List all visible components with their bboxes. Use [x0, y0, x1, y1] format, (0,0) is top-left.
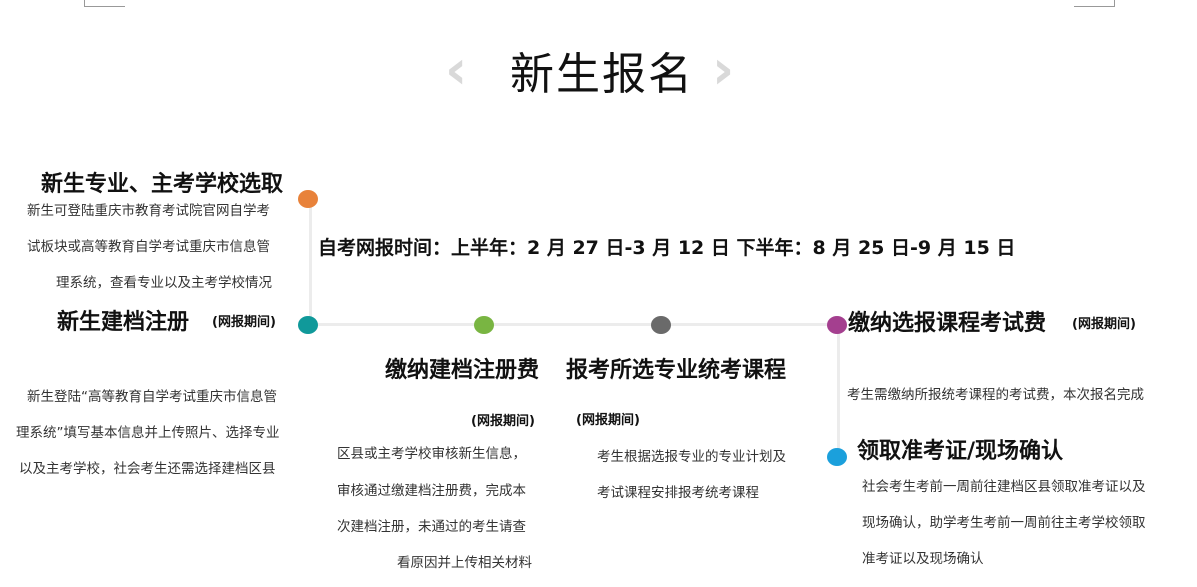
step3-dot [474, 316, 494, 334]
step1-line1: 新生可登陆重庆市教育考试院官网自学考 [27, 203, 270, 219]
step1-line3: 理系统，查看专业以及主考学校情况 [56, 275, 272, 291]
step5-dot [827, 316, 847, 334]
timeline-horizontal [309, 323, 839, 326]
step3-tag: (网报期间) [471, 414, 535, 429]
step2-tag: (网报期间) [212, 315, 276, 330]
step4-dot [651, 316, 671, 334]
step6-title: 领取准考证/现场确认 [857, 439, 1064, 464]
step3-line1: 区县或主考学校审核新生信息， [337, 446, 526, 462]
step6-line1: 社会考生考前一周前往建档区县领取准考证以及 [862, 479, 1146, 495]
step2-line1: 新生登陆“高等教育自学考试重庆市信息管 [27, 389, 277, 405]
step6-line3: 准考证以及现场确认 [862, 551, 984, 567]
step2-line2: 理系统”填写基本信息并上传照片、选择专业 [16, 425, 280, 441]
step1-title: 新生专业、主考学校选取 [41, 172, 284, 197]
step3-line3: 次建档注册，未通过的考生请查 [337, 519, 526, 535]
step2-dot [298, 316, 318, 334]
corner-mark-right [1074, 0, 1115, 7]
page-title: 新生报名 [510, 49, 694, 100]
prev-arrow-icon[interactable]: ‹ [445, 40, 467, 100]
step2-title: 新生建档注册 [57, 310, 190, 335]
step5-tag: (网报期间) [1072, 317, 1136, 332]
step4-line2: 考试课程安排报考统考课程 [597, 485, 759, 501]
step6-dot [827, 448, 847, 466]
step3-line4: 看原因并上传相关材料 [397, 555, 532, 571]
step1-line2: 试板块或高等教育自学考试重庆市信息管 [27, 239, 270, 255]
step3-line2: 审核通过缴建档注册费，完成本 [337, 483, 526, 499]
step4-line1: 考生根据选报专业的专业计划及 [597, 449, 786, 465]
time-notice: 自考网报时间：上半年：2 月 27 日-3 月 12 日 下半年：8 月 25 … [318, 237, 1016, 259]
step5-title: 缴纳选报课程考试费 [848, 311, 1047, 336]
step4-title: 报考所选专业统考课程 [566, 358, 787, 383]
corner-mark-left [84, 0, 125, 7]
step6-line2: 现场确认，助学考生考前一周前往主考学校领取 [862, 515, 1146, 531]
step3-title: 缴纳建档注册费 [385, 358, 540, 383]
step4-tag: (网报期间) [576, 413, 640, 428]
timeline-vertical-left [309, 199, 312, 325]
step2-line3: 以及主考学校，社会考生还需选择建档区县 [19, 461, 276, 477]
step1-dot [298, 190, 318, 208]
next-arrow-icon[interactable]: › [712, 40, 734, 100]
step5-line1: 考生需缴纳所报统考课程的考试费，本次报名完成 [847, 387, 1144, 403]
timeline-vertical-right [837, 324, 840, 458]
